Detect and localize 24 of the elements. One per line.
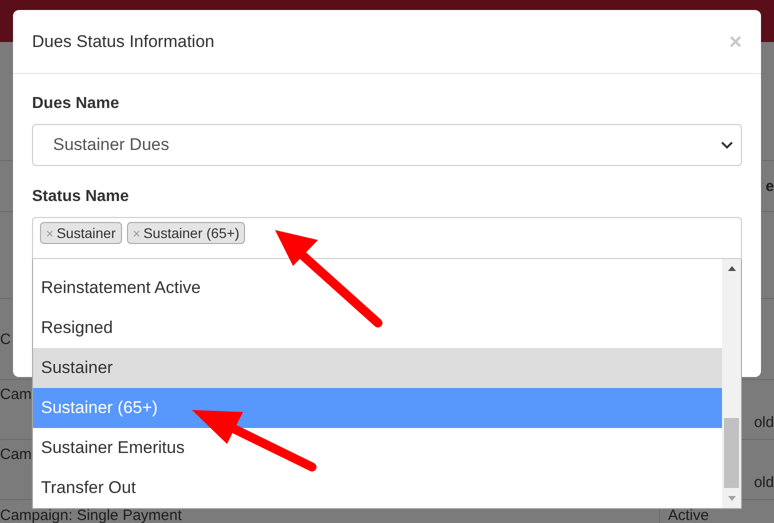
dropdown-option[interactable]: Reinstatement Active <box>33 268 722 308</box>
dropdown-option[interactable]: Sustainer <box>33 348 722 388</box>
scrollbar[interactable] <box>722 259 741 508</box>
dues-name-select[interactable]: Sustainer Dues <box>32 124 742 166</box>
dialog-title: Dues Status Information <box>32 32 214 52</box>
scroll-down-arrow-icon[interactable] <box>728 496 736 501</box>
table-cell: Active <box>668 509 709 523</box>
table-cell: Campaign: Single Payment <box>0 507 182 523</box>
dropdown-option[interactable]: Transfer Out <box>33 468 722 508</box>
dropdown-option[interactable]: Sustainer Emeritus <box>33 428 722 468</box>
table-cell: Cam <box>0 386 32 403</box>
dropdown-option[interactable]: Resigned <box>33 308 722 348</box>
scroll-up-arrow-icon[interactable] <box>728 266 736 271</box>
tag-label: Sustainer <box>56 225 116 241</box>
table-cell: C <box>0 330 11 348</box>
table-cell: Cam <box>0 446 32 463</box>
table-cell: old <box>754 474 774 491</box>
scrollbar-thumb[interactable] <box>724 418 739 488</box>
chevron-down-icon <box>721 141 733 149</box>
field-label: Status Name <box>32 187 130 207</box>
table-cell: old <box>754 414 774 431</box>
column-header: e <box>766 178 774 194</box>
field-label: Dues Name <box>32 94 120 114</box>
tag-label: Sustainer (65+) <box>143 225 240 241</box>
